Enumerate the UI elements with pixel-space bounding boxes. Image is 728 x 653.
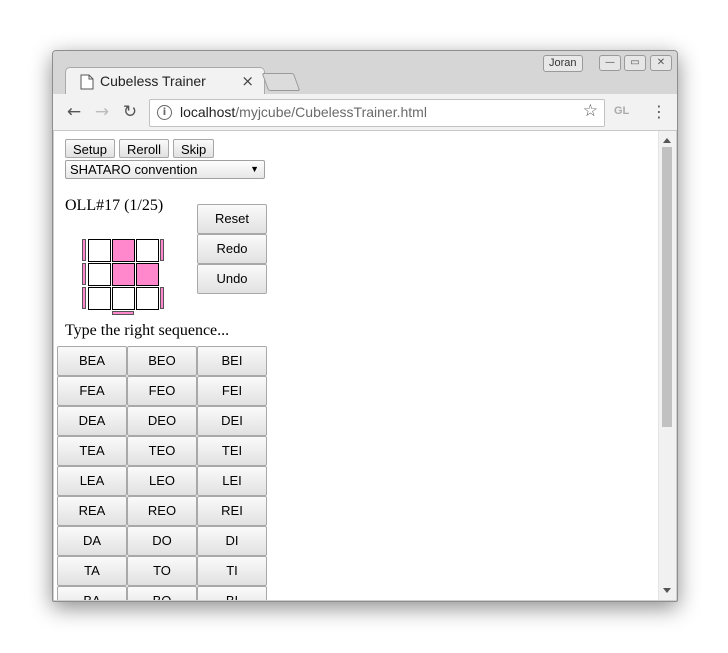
sequence-button[interactable]: DEA — [57, 406, 127, 436]
reset-button[interactable]: Reset — [197, 204, 267, 234]
sequence-button[interactable]: DI — [197, 526, 267, 556]
sequence-button[interactable]: TEA — [57, 436, 127, 466]
sequence-button[interactable]: TA — [57, 556, 127, 586]
sequence-button[interactable]: BEA — [57, 346, 127, 376]
page-icon — [80, 74, 94, 90]
sequence-button[interactable]: FEA — [57, 376, 127, 406]
side-sticker-left-1 — [82, 239, 86, 261]
sequence-button[interactable]: LEA — [57, 466, 127, 496]
side-sticker-right-3 — [160, 287, 164, 309]
sequence-button[interactable]: TO — [127, 556, 197, 586]
profile-button[interactable]: Joran — [543, 55, 583, 72]
scroll-up-arrow-icon[interactable] — [663, 138, 671, 143]
browser-window: Cubeless Trainer × Joran — ▭ ✕ ← → ↻ i l… — [52, 50, 678, 602]
convention-value: SHATARO convention — [70, 162, 198, 177]
setup-button[interactable]: Setup — [65, 139, 115, 158]
instruction-text: Type the right sequence... — [65, 322, 230, 339]
sequence-button[interactable]: BI — [197, 586, 267, 600]
reroll-button[interactable]: Reroll — [119, 139, 169, 158]
bookmark-star-icon[interactable]: ☆ — [583, 101, 598, 121]
side-sticker-left-2 — [82, 263, 86, 285]
gl-extension-icon[interactable]: GL — [614, 105, 629, 117]
url-host: localhost — [180, 104, 236, 120]
forward-icon[interactable]: → — [91, 102, 113, 122]
close-window-button[interactable]: ✕ — [650, 55, 672, 71]
top-face-cell — [112, 239, 135, 262]
tab-close-icon[interactable]: × — [241, 72, 254, 90]
top-face-cell — [88, 287, 111, 310]
top-face-cell — [136, 287, 159, 310]
browser-toolbar: ← → ↻ i localhost/myjcube/CubelessTraine… — [53, 94, 677, 131]
sequence-button[interactable]: DEO — [127, 406, 197, 436]
sequence-button[interactable]: REO — [127, 496, 197, 526]
sequence-button[interactable]: BEI — [197, 346, 267, 376]
page-content: Setup Reroll Skip SHATARO convention ▼ O… — [54, 131, 658, 600]
minimize-button[interactable]: — — [599, 55, 621, 71]
sequence-button[interactable]: TEO — [127, 436, 197, 466]
sequence-button[interactable]: TI — [197, 556, 267, 586]
url-text: localhost/myjcube/CubelessTrainer.html — [180, 104, 427, 120]
info-icon[interactable]: i — [157, 105, 172, 120]
sequence-button[interactable]: DEI — [197, 406, 267, 436]
url-path: /myjcube/CubelessTrainer.html — [235, 104, 427, 120]
sequence-button[interactable]: BEO — [127, 346, 197, 376]
case-title: OLL#17 (1/25) — [65, 197, 164, 214]
sequence-button[interactable]: BO — [127, 586, 197, 600]
address-bar[interactable]: i localhost/myjcube/CubelessTrainer.html… — [149, 99, 605, 127]
side-sticker-bottom-2 — [112, 311, 134, 315]
scrollbar-thumb[interactable] — [662, 147, 672, 427]
top-face-cell — [112, 287, 135, 310]
convention-select[interactable]: SHATARO convention ▼ — [65, 160, 265, 179]
sequence-button[interactable]: DA — [57, 526, 127, 556]
sequence-button[interactable]: BA — [57, 586, 127, 600]
sequence-button[interactable]: REI — [197, 496, 267, 526]
sequence-button[interactable]: DO — [127, 526, 197, 556]
top-face-cell — [112, 263, 135, 286]
oll-diagram — [82, 237, 168, 315]
dropdown-arrow-icon: ▼ — [250, 164, 259, 174]
top-face-cell — [88, 263, 111, 286]
title-bar: Cubeless Trainer × Joran — ▭ ✕ — [53, 51, 677, 96]
back-icon[interactable]: ← — [63, 102, 85, 122]
vertical-scrollbar[interactable] — [658, 131, 676, 600]
undo-button[interactable]: Undo — [197, 264, 267, 294]
skip-button[interactable]: Skip — [173, 139, 215, 158]
sequence-button[interactable]: FEO — [127, 376, 197, 406]
top-face-cell — [88, 239, 111, 262]
browser-menu-icon[interactable]: ⋮ — [651, 102, 667, 122]
sequence-button[interactable]: TEI — [197, 436, 267, 466]
redo-button[interactable]: Redo — [197, 234, 267, 264]
browser-tab[interactable]: Cubeless Trainer × — [65, 67, 265, 96]
sequence-button[interactable]: FEI — [197, 376, 267, 406]
maximize-button[interactable]: ▭ — [624, 55, 646, 71]
sequence-button[interactable]: LEO — [127, 466, 197, 496]
top-face-cell — [136, 239, 159, 262]
reload-icon[interactable]: ↻ — [119, 102, 141, 122]
sequence-button[interactable]: LEI — [197, 466, 267, 496]
top-face-cell — [136, 263, 159, 286]
sequence-button[interactable]: REA — [57, 496, 127, 526]
side-sticker-right-1 — [160, 239, 164, 261]
new-tab-button[interactable] — [261, 73, 301, 91]
tab-title: Cubeless Trainer — [100, 73, 206, 89]
scroll-down-arrow-icon[interactable] — [663, 588, 671, 593]
side-sticker-left-3 — [82, 287, 86, 309]
